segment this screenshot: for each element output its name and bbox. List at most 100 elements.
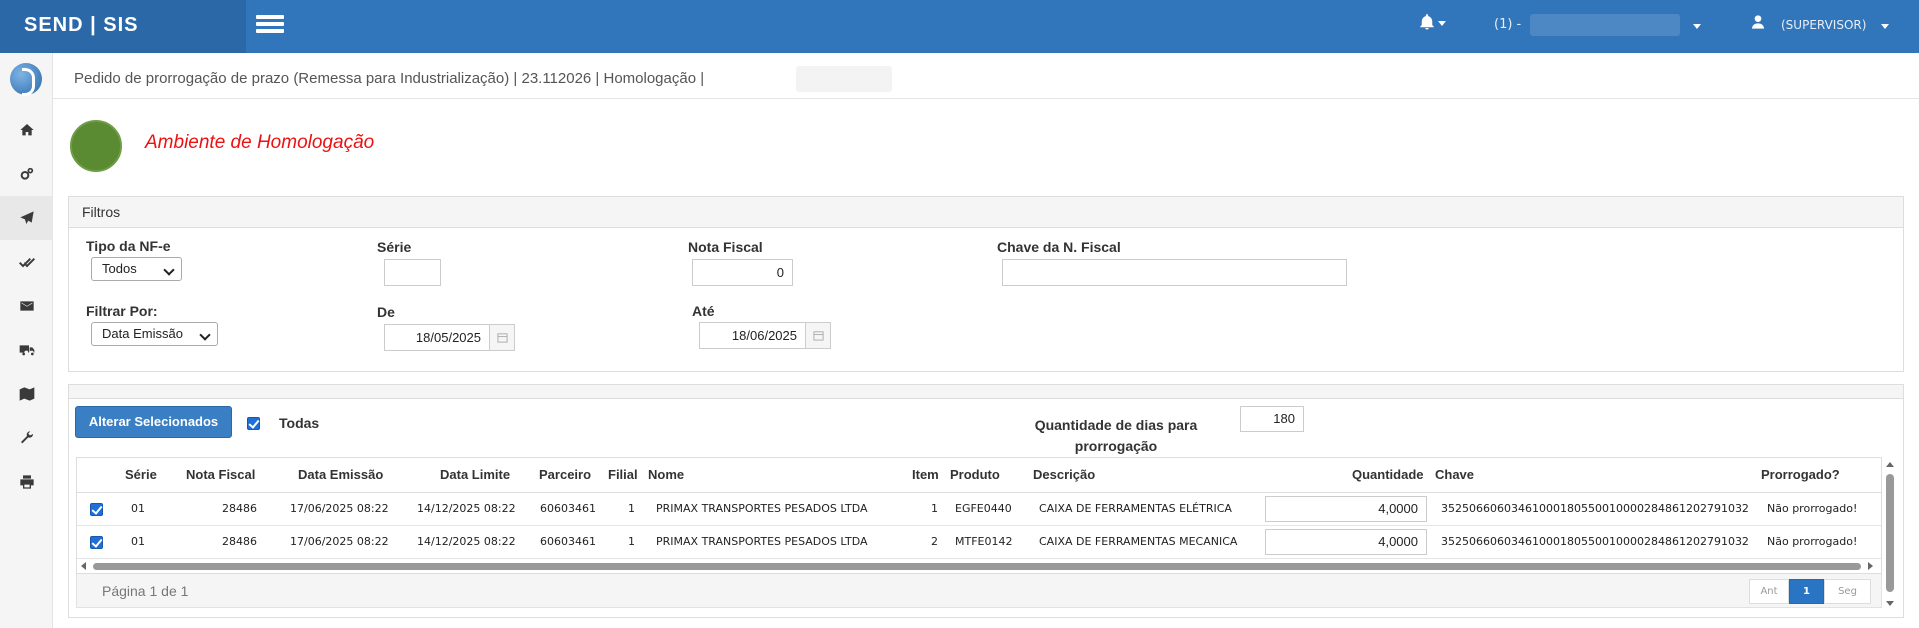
- tipo-nfe-select[interactable]: Todos: [91, 257, 182, 281]
- cell-chave: 3525066060346100018055001000028486120279…: [1441, 502, 1749, 515]
- de-date-input[interactable]: 18/05/2025: [384, 324, 490, 351]
- qtd-dias-input[interactable]: 180: [1240, 406, 1304, 432]
- cell-limite: 14/12/2025 08:22: [417, 502, 516, 515]
- column-header[interactable]: Descrição: [1033, 467, 1095, 482]
- serie-input[interactable]: [384, 259, 441, 286]
- column-header[interactable]: Nome: [648, 467, 684, 482]
- column-header[interactable]: Data Limite: [440, 467, 510, 482]
- cell-nome: PRIMAX TRANSPORTES PESADOS LTDA: [656, 535, 868, 548]
- user-menu[interactable]: (SUPERVISOR): [1781, 18, 1866, 32]
- filters-title: Filtros: [69, 197, 1903, 228]
- notifications-chevron-down-icon[interactable]: [1438, 21, 1446, 26]
- ate-label: Até: [692, 303, 715, 319]
- column-header[interactable]: Nota Fiscal: [186, 467, 255, 482]
- scroll-down-arrow-icon[interactable]: [1886, 601, 1894, 606]
- vertical-scrollbar[interactable]: [1884, 460, 1896, 608]
- cell-descricao: CAIXA DE FERRAMENTAS ELÉTRICA: [1039, 502, 1232, 515]
- envelope-icon[interactable]: [0, 284, 53, 328]
- scroll-up-arrow-icon[interactable]: [1886, 462, 1894, 467]
- scroll-right-arrow-icon[interactable]: [1868, 562, 1873, 570]
- cell-parceiro: 60603461: [540, 502, 596, 515]
- row-checkbox[interactable]: [90, 503, 103, 516]
- map-icon[interactable]: [0, 372, 53, 416]
- calendar-icon[interactable]: [489, 324, 515, 351]
- filtrar-por-label: Filtrar Por:: [86, 303, 158, 319]
- results-panel-header: [69, 385, 1903, 399]
- cell-chave: 3525066060346100018055001000028486120279…: [1441, 535, 1749, 548]
- filtrar-por-select[interactable]: Data Emissão: [91, 322, 218, 346]
- double-check-icon[interactable]: [0, 240, 53, 284]
- quantidade-input[interactable]: 4,0000: [1265, 496, 1427, 522]
- cell-limite: 14/12/2025 08:22: [417, 535, 516, 548]
- cell-nota: 28486: [222, 502, 257, 515]
- todas-label: Todas: [279, 415, 320, 431]
- bell-icon[interactable]: [1418, 13, 1436, 36]
- column-header[interactable]: Produto: [950, 467, 1000, 482]
- prev-page-button[interactable]: Ant: [1749, 579, 1789, 604]
- breadcrumb: Pedido de prorrogação de prazo (Remessa …: [74, 70, 705, 87]
- cell-prorrogado: Não prorrogado!: [1767, 502, 1858, 515]
- next-page-button[interactable]: Seg: [1824, 579, 1871, 604]
- column-header[interactable]: Prorrogado?: [1761, 467, 1840, 482]
- environment-label: Ambiente de Homologação: [145, 132, 375, 153]
- cell-nota: 28486: [222, 535, 257, 548]
- qtd-dias-label: Quantidade de dias para prorrogação: [1034, 417, 1198, 454]
- scrollbar-thumb[interactable]: [93, 563, 1861, 570]
- pager: Página 1 de 1 Ant 1 Seg: [76, 574, 1882, 608]
- column-header[interactable]: Série: [125, 467, 157, 482]
- breadcrumb-redacted: [796, 66, 892, 92]
- brand-logo[interactable]: SEND | SIS: [0, 0, 246, 53]
- truck-icon[interactable]: [0, 328, 53, 372]
- cell-emissao: 17/06/2025 08:22: [290, 535, 389, 548]
- page-1-button[interactable]: 1: [1789, 579, 1824, 604]
- cell-produto: MTFE0142: [955, 535, 1013, 548]
- company-name-redacted: [1530, 14, 1680, 36]
- de-label: De: [377, 304, 395, 320]
- cell-serie: 01: [131, 535, 145, 548]
- cogs-icon[interactable]: [0, 152, 53, 196]
- paper-plane-icon[interactable]: [0, 196, 53, 240]
- cell-emissao: 17/06/2025 08:22: [290, 502, 389, 515]
- ate-date-input[interactable]: 18/06/2025: [699, 322, 806, 349]
- hamburger-menu-icon[interactable]: [256, 15, 284, 35]
- column-header[interactable]: Data Emissão: [298, 467, 383, 482]
- table-row[interactable]: 01 28486 17/06/2025 08:22 14/12/2025 08:…: [77, 493, 1881, 526]
- scroll-left-arrow-icon[interactable]: [81, 562, 86, 570]
- cell-prorrogado: Não prorrogado!: [1767, 535, 1858, 548]
- sidebar: [0, 53, 53, 628]
- row-checkbox[interactable]: [90, 536, 103, 549]
- app-logo-icon[interactable]: [10, 63, 42, 96]
- nota-fiscal-input[interactable]: 0: [692, 259, 793, 286]
- column-header[interactable]: Filial: [608, 467, 638, 482]
- select-all-checkbox[interactable]: [247, 417, 260, 430]
- user-chevron-down-icon[interactable]: [1881, 24, 1889, 29]
- table-header: Série Nota Fiscal Data Emissão Data Limi…: [77, 458, 1881, 493]
- column-header[interactable]: Item: [912, 467, 939, 482]
- company-selector[interactable]: (1) -: [1494, 17, 1521, 32]
- table-row[interactable]: 01 28486 17/06/2025 08:22 14/12/2025 08:…: [77, 526, 1881, 559]
- cell-produto: EGFE0440: [955, 502, 1012, 515]
- chave-input[interactable]: [1002, 259, 1347, 286]
- cell-filial: 1: [628, 502, 635, 515]
- print-icon[interactable]: [0, 460, 53, 504]
- environment-indicator: [70, 120, 122, 172]
- cell-item: 1: [931, 502, 938, 515]
- alterar-selecionados-button[interactable]: Alterar Selecionados: [75, 406, 232, 438]
- nota-fiscal-label: Nota Fiscal: [688, 239, 763, 255]
- calendar-icon[interactable]: [805, 322, 831, 349]
- chave-label: Chave da N. Fiscal: [997, 239, 1121, 255]
- quantidade-input[interactable]: 4,0000: [1265, 529, 1427, 555]
- column-header[interactable]: Parceiro: [539, 467, 591, 482]
- column-header[interactable]: Chave: [1435, 467, 1474, 482]
- cell-descricao: CAIXA DE FERRAMENTAS MECANICA: [1039, 535, 1238, 548]
- horizontal-scrollbar[interactable]: [77, 559, 1883, 573]
- divider: [53, 98, 1919, 99]
- company-chevron-down-icon[interactable]: [1693, 24, 1701, 29]
- scrollbar-thumb[interactable]: [1886, 474, 1894, 592]
- cell-item: 2: [931, 535, 938, 548]
- user-icon[interactable]: [1750, 14, 1766, 34]
- home-icon[interactable]: [0, 108, 53, 152]
- page-info: Página 1 de 1: [102, 583, 189, 599]
- wrench-icon[interactable]: [0, 416, 53, 460]
- column-header[interactable]: Quantidade: [1352, 467, 1424, 482]
